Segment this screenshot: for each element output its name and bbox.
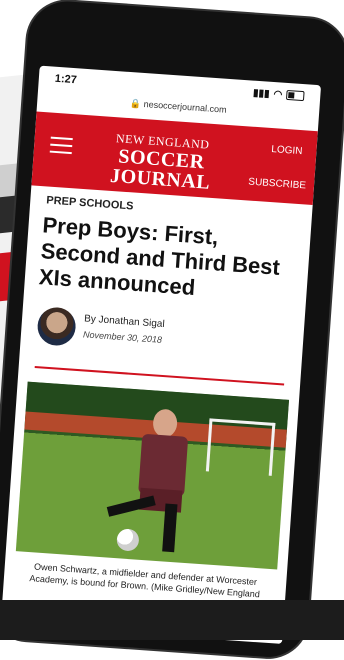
article-photo bbox=[15, 381, 290, 570]
player-leg bbox=[106, 495, 156, 517]
subscribe-link[interactable]: SUBSCRIBE bbox=[248, 177, 306, 192]
article: PREP SCHOOLS Prep Boys: First, Second an… bbox=[4, 193, 313, 602]
publish-date: November 30, 2018 bbox=[82, 329, 163, 345]
byline: By Jonathan Sigal November 30, 2018 bbox=[19, 301, 304, 377]
status-time: 1:27 bbox=[54, 72, 78, 87]
soccer-ball bbox=[116, 528, 140, 552]
phone-screen: 1:27 ▮▮▮ ◠ 🔒 nesoccerjournal.com NEW ENG… bbox=[0, 65, 322, 644]
signal-icon: ▮▮▮ bbox=[252, 87, 271, 100]
phone: 1:27 ▮▮▮ ◠ 🔒 nesoccerjournal.com NEW ENG… bbox=[0, 0, 344, 660]
wifi-icon: ◠ bbox=[273, 88, 283, 101]
lock-icon: 🔒 bbox=[129, 98, 142, 109]
status-icons: ▮▮▮ ◠ bbox=[253, 87, 305, 102]
logo-bottom-text: SOCCER JOURNAL bbox=[109, 145, 211, 194]
menu-icon[interactable] bbox=[49, 136, 73, 155]
player-leg bbox=[162, 503, 178, 553]
author-name[interactable]: By Jonathan Sigal bbox=[84, 313, 165, 330]
site-header: NEW ENGLAND SOCCER JOURNAL LOGIN SUBSCRI… bbox=[31, 111, 318, 206]
author-avatar bbox=[36, 306, 77, 347]
laptop-keyboard-edge bbox=[0, 600, 344, 640]
site-logo[interactable]: NEW ENGLAND SOCCER JOURNAL bbox=[100, 130, 224, 194]
photo-goal bbox=[205, 418, 276, 476]
article-headline: Prep Boys: First, Second and Third Best … bbox=[38, 212, 281, 301]
battery-icon bbox=[285, 89, 305, 102]
login-link[interactable]: LOGIN bbox=[271, 144, 303, 157]
